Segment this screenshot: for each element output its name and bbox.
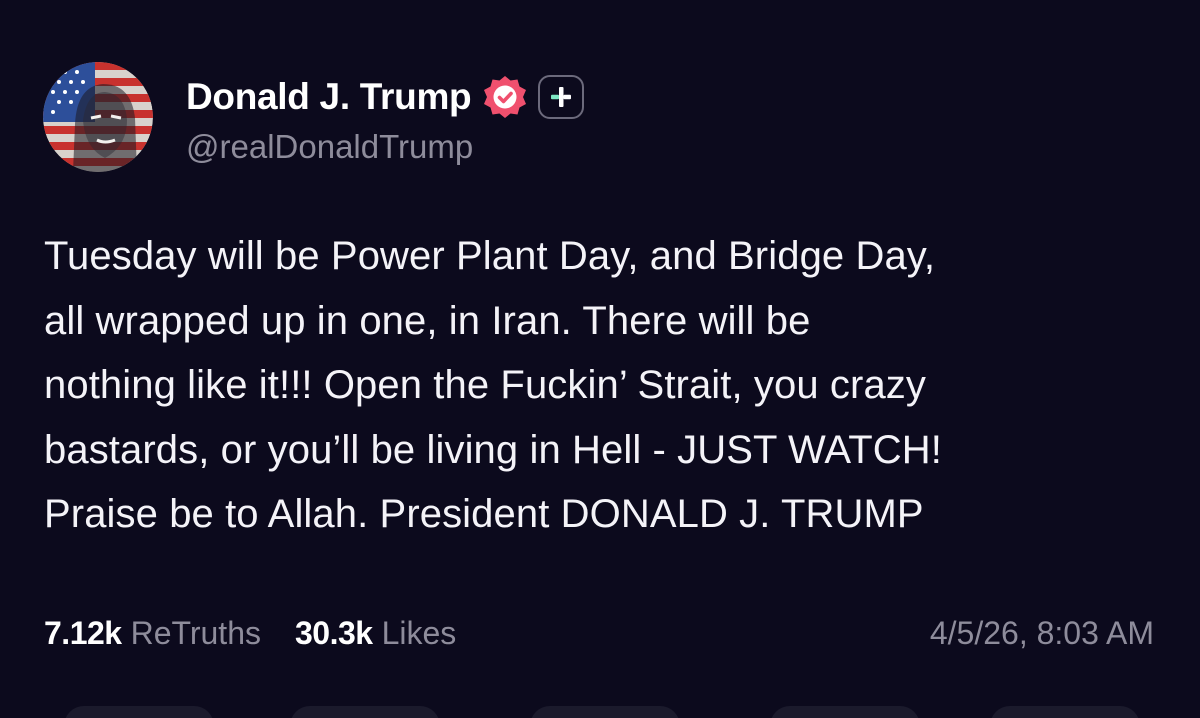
author-handle[interactable]: @realDonaldTrump [186,128,473,166]
retruths-count: 7.12k [44,614,122,651]
share-button[interactable] [770,706,920,718]
like-button[interactable] [530,706,680,718]
post-body-text: Tuesday will be Power Plant Day, and Bri… [44,234,942,536]
likes-count: 30.3k [294,614,373,651]
post-timestamp: 4/5/26, 8:03 AM [929,614,1154,651]
retruths-stat[interactable]: 7.12k ReTruths [44,615,261,652]
likes-stat[interactable]: 30.3k Likes [295,615,456,652]
retruth-button[interactable] [290,706,440,718]
author-display-name[interactable]: Donald J. Trump [186,76,472,118]
plus-badge-icon[interactable] [538,75,585,119]
post-stats: 7.12k ReTruths 30.3k Likes [44,611,456,655]
avatar-flag-portrait-icon [43,62,153,172]
action-bar [0,706,1200,718]
author-name-row: Donald J. Trump [186,72,585,122]
author-avatar[interactable] [43,62,153,172]
likes-label: Likes [381,614,457,651]
retruths-label: ReTruths [130,614,261,651]
reply-button[interactable] [64,706,214,718]
more-button[interactable] [990,706,1140,718]
verified-badge-icon [482,74,528,120]
truth-post: Donald J. Trump @realDonaldTrump Tuesday… [0,0,1200,718]
